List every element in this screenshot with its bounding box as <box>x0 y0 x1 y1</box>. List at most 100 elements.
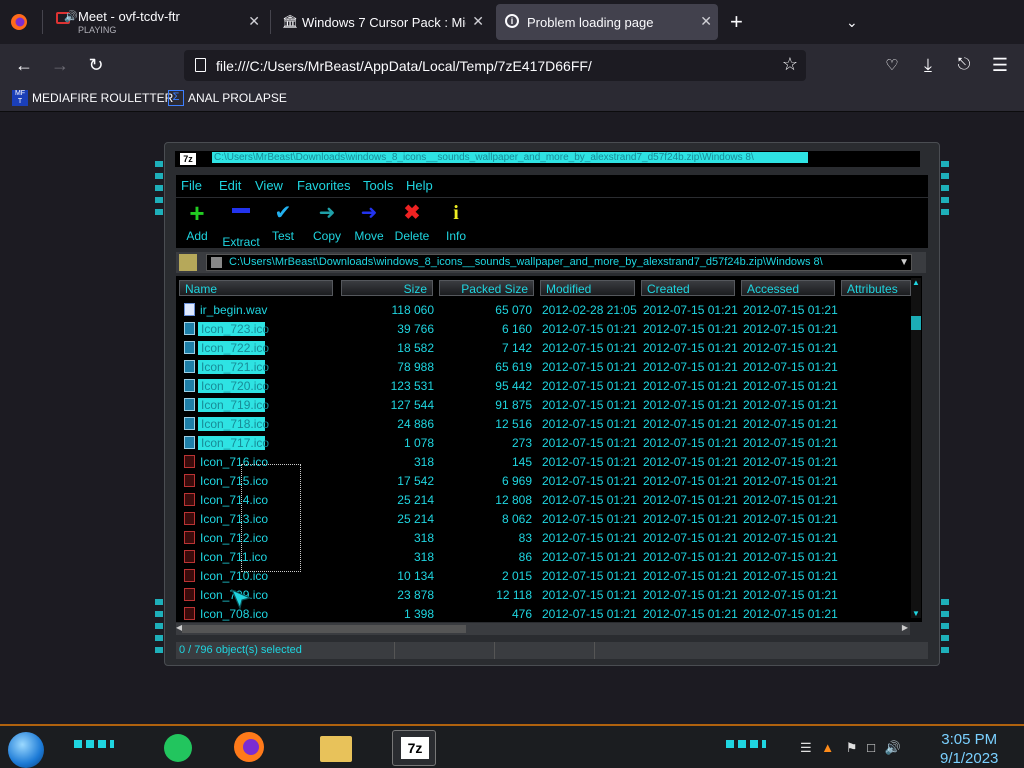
table-row[interactable]: Icon_722.ico 18 582 7 142 2012-07-15 01:21 2… <box>176 338 910 357</box>
copy-button[interactable]: ➜ Copy <box>304 200 350 246</box>
image-file-icon <box>184 569 195 582</box>
hamburger-menu-icon[interactable]: ☰ <box>987 53 1013 77</box>
move-button[interactable]: ➜ Move <box>346 200 392 246</box>
close-icon[interactable]: ✕ <box>472 13 484 30</box>
menu-favorites[interactable]: Favorites <box>297 178 350 193</box>
add-button[interactable]: + Add <box>174 200 220 246</box>
table-row[interactable]: Icon_709.ico23 87812 1182012-07-15 01:21… <box>176 585 910 604</box>
table-row[interactable]: Icon_723.ico 39 766 6 160 2012-07-15 01:21 2… <box>176 319 910 338</box>
forward-arrow-icon[interactable]: → <box>47 53 73 77</box>
file-created: 2012-07-15 01:21 <box>643 303 738 317</box>
table-row[interactable]: Icon_721.ico 78 988 65 619 2012-07-15 01:21… <box>176 357 910 376</box>
clock-time: 3:05 PM <box>941 731 998 748</box>
plus-icon: + <box>189 198 205 228</box>
image-file-icon <box>184 512 195 525</box>
image-file-icon <box>184 360 195 373</box>
table-row[interactable]: Icon_719.ico 127 544 91 875 2012-07-15 01:2… <box>176 395 910 414</box>
menu-edit[interactable]: Edit <box>219 178 241 193</box>
file-created: 2012-07-15 01:21 <box>643 436 738 450</box>
image-file-icon <box>184 398 195 411</box>
file-accessed: 2012-07-15 01:21 <box>743 360 838 374</box>
scroll-thumb[interactable] <box>182 625 466 633</box>
file-accessed: 2012-07-15 01:21 <box>743 531 838 545</box>
file-created: 2012-07-15 01:21 <box>643 455 738 469</box>
url-bar[interactable]: file:///C:/Users/MrBeast/AppData/Local/T… <box>184 50 806 81</box>
bookmark-second[interactable]: Σ ANAL PROLAPSE <box>168 90 287 106</box>
horizontal-scrollbar[interactable]: ◀ ▶ <box>176 623 910 635</box>
tab-cursor-pack[interactable]: 🏛 Windows 7 Cursor Pack : Micro ✕ <box>276 0 490 44</box>
file-created: 2012-07-15 01:21 <box>643 588 738 602</box>
file-modified: 2012-07-15 01:21 <box>542 588 637 602</box>
column-header-created[interactable]: Created <box>641 280 735 296</box>
menu-tools[interactable]: Tools <box>363 178 393 193</box>
tab-problem-loading[interactable]: i Problem loading page ✕ <box>496 4 718 40</box>
image-file-icon <box>184 417 195 430</box>
scroll-right-icon[interactable]: ▶ <box>902 623 908 632</box>
notes-icon-glyph <box>164 734 192 762</box>
scroll-thumb[interactable] <box>911 316 921 330</box>
close-icon[interactable]: ✕ <box>248 13 260 30</box>
chevron-down-icon[interactable]: ⌄ <box>846 0 862 44</box>
column-header-accessed[interactable]: Accessed <box>741 280 835 296</box>
table-row[interactable]: ir_begin.wav 118 060 65 070 2012-02-28 21:0… <box>176 300 910 319</box>
display-icon[interactable]: □ <box>867 740 875 755</box>
7zip-title-bar[interactable]: 7z C:\Users\MrBeast\Downloads\windows_8_… <box>175 151 920 167</box>
firefox-menu-icon[interactable] <box>10 0 32 44</box>
tab-meet[interactable]: 🔊 Meet - ovf-tcdv-ftr PLAYING ✕ <box>52 0 266 44</box>
delete-button[interactable]: ✖ Delete <box>389 200 435 246</box>
test-label: Test <box>271 229 294 243</box>
file-list[interactable]: Name Size Packed Size Modified Created A… <box>176 276 922 622</box>
system-clock[interactable]: 3:05 PM 9/1/2023 <box>940 730 998 768</box>
speaker-icon[interactable]: 🔊 <box>64 10 78 23</box>
folder-up-icon[interactable] <box>179 254 197 271</box>
column-header-attributes[interactable]: Attributes <box>841 280 911 296</box>
table-row[interactable]: Icon_717.ico 1 078 273 2012-07-15 01:21 2012… <box>176 433 910 452</box>
scroll-down-icon[interactable]: ▼ <box>912 609 920 618</box>
path-text[interactable]: C:\Users\MrBeast\Downloads\windows_8_ico… <box>229 256 823 268</box>
star-icon[interactable]: ☆ <box>782 54 798 75</box>
pocket-icon[interactable]: ♡ <box>879 53 905 77</box>
volume-icon[interactable]: 🔊 <box>885 740 901 755</box>
reload-icon[interactable]: ↻ <box>83 53 109 77</box>
extract-button[interactable]: Extract <box>218 200 264 249</box>
test-button[interactable]: ✔ Test <box>260 200 306 246</box>
new-tab-button[interactable]: + <box>730 0 750 44</box>
dropdown-arrow-icon[interactable]: ▼ <box>899 257 909 268</box>
start-button[interactable] <box>8 732 44 768</box>
vlc-icon[interactable]: ▲ <box>821 740 834 755</box>
scroll-up-icon[interactable]: ▲ <box>912 278 920 287</box>
bookmark-mediafire[interactable]: MF T MEDIAFIRE ROULETTER <box>12 90 173 106</box>
menu-file[interactable]: File <box>181 178 202 193</box>
column-header-modified[interactable]: Modified <box>540 280 635 296</box>
url-text[interactable]: file:///C:/Users/MrBeast/AppData/Local/T… <box>216 58 592 74</box>
network-icon[interactable]: ☰ <box>800 740 812 755</box>
file-accessed: 2012-07-15 01:21 <box>743 436 838 450</box>
column-header-size[interactable]: Size <box>341 280 433 296</box>
menu-help[interactable]: Help <box>406 178 433 193</box>
file-explorer-icon[interactable] <box>314 730 358 766</box>
download-icon[interactable]: ⤓ <box>915 53 941 77</box>
image-file-icon <box>184 379 195 392</box>
firefox-icon[interactable] <box>232 730 276 766</box>
menu-view[interactable]: View <box>255 178 283 193</box>
path-input[interactable]: C:\Users\MrBeast\Downloads\windows_8_ico… <box>206 254 912 271</box>
7zip-window[interactable]: 7z C:\Users\MrBeast\Downloads\windows_8_… <box>155 142 949 666</box>
file-name: Icon_720.ico <box>198 379 269 393</box>
extensions-icon[interactable]: ⎋ <box>951 53 977 77</box>
table-row[interactable]: Icon_720.ico 123 531 95 442 2012-07-15 01:2… <box>176 376 910 395</box>
selection-status: 0 / 796 object(s) selected <box>179 644 302 656</box>
column-header-name[interactable]: Name <box>179 280 333 296</box>
close-icon[interactable]: ✕ <box>700 13 712 30</box>
table-row[interactable]: Icon_708.ico 1 398 476 2012-07-15 01:21 2012… <box>176 604 910 622</box>
file-packed-size: 8 062 <box>501 512 532 526</box>
back-arrow-icon[interactable]: ← <box>11 53 37 77</box>
table-row[interactable]: Icon_718.ico 24 886 12 516 2012-07-15 01:21… <box>176 414 910 433</box>
column-header-packed-size[interactable]: Packed Size <box>439 280 534 296</box>
frame-decoration <box>155 161 163 217</box>
7zip-taskbar-icon[interactable]: 7z <box>392 730 436 766</box>
vertical-scrollbar[interactable]: ▲ ▼ <box>911 278 921 618</box>
flag-icon[interactable]: ⚑ <box>846 740 858 755</box>
selection-rectangle <box>241 464 301 572</box>
notes-app-icon[interactable] <box>160 730 204 766</box>
info-button[interactable]: i Info <box>433 200 479 246</box>
